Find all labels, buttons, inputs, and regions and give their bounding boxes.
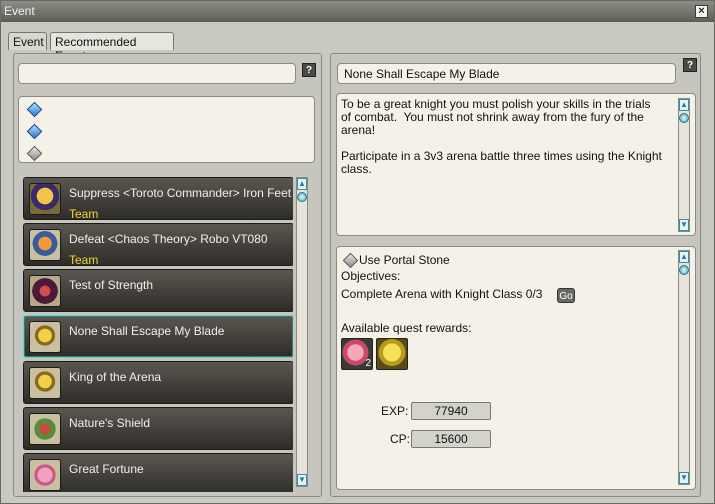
quest-tag: Team — [69, 253, 99, 267]
scroll-down-icon[interactable]: ▼ — [679, 472, 689, 484]
detail-scrollbar[interactable]: ▲ ▼ — [678, 250, 690, 485]
quest-name: Great Fortune — [69, 462, 144, 476]
close-icon: × — [698, 5, 705, 17]
description-text: To be a great knight you must polish you… — [341, 97, 662, 176]
quest-name: None Shall Escape My Blade — [69, 324, 225, 338]
quest-name: Nature's Shield — [69, 416, 150, 430]
scroll-thumb[interactable] — [297, 192, 307, 202]
trophy-icon — [29, 367, 61, 399]
scroll-up-icon[interactable]: ▲ — [297, 178, 307, 190]
window-title: Event — [4, 4, 35, 18]
reward-count: 2 — [365, 358, 371, 369]
close-button[interactable]: × — [695, 5, 708, 18]
filter-gray-diamond-icon[interactable] — [26, 145, 43, 162]
monster-icon — [29, 275, 61, 307]
help-button-left[interactable]: ? — [302, 63, 316, 77]
go-button[interactable]: Go — [557, 288, 575, 303]
orb-icon — [29, 459, 61, 491]
objective-text: Complete Arena with Knight Class 0/3 — [341, 287, 543, 301]
quest-description: To be a great knight you must polish you… — [336, 93, 696, 236]
quest-item[interactable]: Great Fortune — [23, 453, 293, 492]
category-filter — [18, 96, 315, 163]
search-input[interactable] — [18, 63, 296, 84]
quest-name: Defeat <Chaos Theory> Robo VT080 — [69, 232, 268, 246]
filter-blue-diamond-icon[interactable] — [26, 123, 43, 140]
quest-name: Test of Strength — [69, 278, 154, 292]
filter-blue-diamond-icon[interactable] — [26, 101, 43, 118]
robot-icon — [29, 229, 61, 261]
cp-label: CP: — [390, 432, 411, 446]
description-scrollbar[interactable]: ▲ ▼ — [678, 98, 690, 232]
quest-tag: Team — [69, 207, 99, 221]
shield-icon[interactable] — [376, 338, 408, 370]
shield-leaf-icon — [29, 413, 61, 445]
quest-list-scrollbar[interactable]: ▲ ▼ — [296, 177, 308, 487]
portal-stone-icon[interactable] — [342, 252, 359, 269]
quest-item[interactable]: Defeat <Chaos Theory> Robo VT080 Team — [23, 223, 293, 267]
scroll-down-icon[interactable]: ▼ — [679, 219, 689, 231]
event-window: Event × Event Recommended Event ? Suppre… — [0, 0, 715, 504]
help-button-right[interactable]: ? — [683, 58, 697, 72]
quest-item[interactable]: Nature's Shield — [23, 407, 293, 450]
scroll-up-icon[interactable]: ▲ — [679, 99, 689, 111]
quest-item[interactable]: King of the Arena — [23, 361, 293, 404]
quest-item-selected[interactable]: None Shall Escape My Blade — [23, 315, 293, 358]
scroll-thumb[interactable] — [679, 265, 689, 275]
scroll-thumb[interactable] — [679, 113, 689, 123]
tab-recommended-event[interactable]: Recommended Event — [50, 32, 174, 63]
portal-stone-label[interactable]: Use Portal Stone — [359, 253, 450, 267]
scroll-up-icon[interactable]: ▲ — [679, 251, 689, 263]
quest-item[interactable]: Suppress <Toroto Commander> Iron Feet Te… — [23, 177, 293, 221]
feather-icon[interactable]: 2 — [341, 338, 373, 370]
exp-label: EXP: — [381, 404, 409, 418]
exp-value: 77940 — [411, 402, 491, 420]
quest-item[interactable]: Test of Strength — [23, 269, 293, 312]
quest-name: King of the Arena — [69, 370, 162, 384]
quest-title: None Shall Escape My Blade — [344, 67, 500, 81]
trophy-icon — [29, 321, 61, 353]
tab-event[interactable]: Event — [8, 32, 47, 50]
quest-title-field: None Shall Escape My Blade — [337, 63, 676, 84]
rewards-label: Available quest rewards: — [341, 321, 472, 335]
scroll-down-icon[interactable]: ▼ — [297, 474, 307, 486]
objectives-label: Objectives: — [341, 269, 401, 283]
title-bar[interactable]: Event × — [1, 1, 714, 22]
quest-list: Suppress <Toroto Commander> Iron Feet Te… — [18, 174, 293, 492]
quest-name: Suppress <Toroto Commander> Iron Feet — [69, 186, 292, 200]
quest-detail: Use Portal Stone Objectives: Complete Ar… — [336, 246, 696, 490]
cp-value: 15600 — [411, 430, 491, 448]
commander-icon — [29, 183, 61, 215]
